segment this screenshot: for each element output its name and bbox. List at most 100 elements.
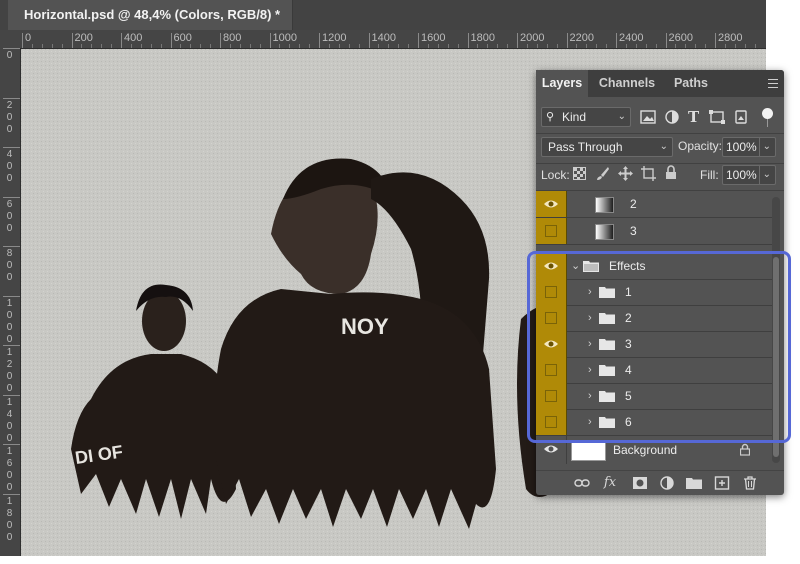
ruler-minor-tick bbox=[754, 44, 756, 48]
lock-transparent-icon[interactable] bbox=[573, 167, 586, 180]
ruler-label: 1200 bbox=[322, 32, 347, 44]
ruler-minor-tick bbox=[487, 44, 489, 48]
trash-icon[interactable] bbox=[742, 476, 758, 490]
ruler-tick bbox=[3, 394, 20, 396]
layer-row[interactable]: 2 bbox=[536, 191, 772, 218]
vertical-ruler[interactable]: 0 200 400 600 800 1000 1200 1400 1600 1800 bbox=[0, 48, 21, 556]
ruler-minor-tick bbox=[695, 44, 697, 48]
visibility-toggle[interactable] bbox=[536, 218, 567, 244]
ruler-label: 1400 bbox=[371, 32, 396, 44]
lock-artboard-icon[interactable] bbox=[641, 166, 656, 181]
ruler-minor-tick bbox=[200, 44, 202, 48]
layer-row[interactable]: 3 bbox=[536, 218, 772, 245]
adjustment-icon[interactable] bbox=[659, 476, 675, 490]
fx-icon[interactable]: fx bbox=[602, 476, 618, 490]
ruler-tick bbox=[3, 196, 20, 198]
ruler-minor-tick bbox=[328, 44, 330, 48]
ruler-label: 1000 bbox=[272, 32, 297, 44]
ruler-minor-tick bbox=[744, 44, 746, 48]
filter-pixel-icon[interactable] bbox=[640, 110, 656, 124]
filter-toggle-icon[interactable] bbox=[762, 108, 773, 119]
ruler-minor-tick bbox=[625, 44, 627, 48]
chevron-down-icon[interactable]: ⌄ bbox=[758, 138, 771, 156]
ruler-label: 400 bbox=[6, 149, 13, 184]
document-title: Horizontal.psd @ 48,4% (Colors, RGB/8) * bbox=[24, 7, 281, 22]
filter-kind-select[interactable]: ⚲ Kind ⌄ bbox=[541, 107, 631, 127]
ruler-label: 600 bbox=[173, 32, 192, 44]
ruler-label: 2400 bbox=[619, 32, 644, 44]
ruler-minor-tick bbox=[160, 44, 162, 48]
ruler-minor-tick bbox=[378, 44, 380, 48]
blend-mode-value: Pass Through bbox=[548, 140, 623, 154]
lock-icon bbox=[740, 443, 750, 456]
lock-paint-brush-icon[interactable] bbox=[596, 166, 610, 181]
opacity-value: 100% bbox=[726, 140, 757, 154]
ruler-minor-tick bbox=[259, 44, 261, 48]
tab-channels[interactable]: Channels bbox=[590, 70, 664, 97]
ruler-minor-tick bbox=[497, 44, 499, 48]
ruler-minor-tick bbox=[309, 44, 311, 48]
new-group-icon[interactable] bbox=[686, 476, 702, 490]
ruler-minor-tick bbox=[675, 44, 677, 48]
ruler-minor-tick bbox=[645, 44, 647, 48]
filter-type-icon[interactable]: T bbox=[688, 108, 699, 126]
ruler-tick bbox=[368, 33, 370, 48]
ruler-label: 400 bbox=[124, 32, 143, 44]
ruler-minor-tick bbox=[655, 44, 657, 48]
new-layer-icon[interactable] bbox=[714, 476, 730, 490]
ruler-tick bbox=[665, 33, 667, 48]
filter-smart-object-icon[interactable] bbox=[733, 109, 749, 125]
ruler-minor-tick bbox=[576, 44, 578, 48]
visibility-toggle[interactable] bbox=[536, 191, 567, 217]
ruler-minor-tick bbox=[130, 44, 132, 48]
ruler-label: 200 bbox=[6, 99, 13, 135]
opacity-label: Opacity: bbox=[678, 139, 723, 153]
lock-move-icon[interactable] bbox=[618, 166, 633, 181]
ruler-minor-tick bbox=[180, 44, 182, 48]
effects-group-highlight bbox=[527, 251, 791, 443]
ruler-tick bbox=[220, 33, 221, 48]
ruler-tick bbox=[22, 33, 23, 48]
ruler-minor-tick bbox=[536, 44, 538, 48]
chevron-down-icon: ⌄ bbox=[617, 111, 626, 122]
opacity-input[interactable]: 100% ⌄ bbox=[722, 137, 776, 157]
ruler-minor-tick bbox=[734, 44, 736, 48]
ruler-minor-tick bbox=[586, 44, 588, 48]
fill-label: Fill: bbox=[700, 168, 719, 182]
ruler-tick bbox=[3, 493, 20, 495]
tab-paths[interactable]: Paths bbox=[666, 70, 716, 97]
ruler-minor-tick bbox=[556, 44, 558, 48]
fill-input[interactable]: 100% ⌄ bbox=[722, 165, 776, 185]
filter-shape-icon[interactable] bbox=[709, 110, 725, 124]
ruler-minor-tick bbox=[477, 44, 479, 48]
ruler-minor-tick bbox=[685, 44, 687, 48]
horizontal-ruler[interactable]: 0 200 400 600 800 1000 1200 1400 1600 1800 2000 220… bbox=[20, 30, 766, 49]
ruler-tick bbox=[418, 33, 419, 48]
ruler-label: 1800 bbox=[470, 32, 495, 44]
tab-layers[interactable]: Layers bbox=[536, 70, 588, 97]
mask-icon[interactable] bbox=[632, 476, 648, 490]
ruler-label: 1400 bbox=[6, 396, 13, 444]
ruler-minor-tick bbox=[239, 44, 241, 48]
filter-adjustment-icon[interactable] bbox=[665, 110, 679, 124]
ruler-tick bbox=[3, 295, 20, 297]
ruler-minor-tick bbox=[705, 44, 707, 48]
document-tab[interactable]: Horizontal.psd @ 48,4% (Colors, RGB/8) * bbox=[8, 0, 294, 30]
ruler-minor-tick bbox=[150, 44, 152, 48]
blend-mode-select[interactable]: Pass Through ⌄ bbox=[541, 137, 673, 157]
chevron-down-icon[interactable]: ⌄ bbox=[758, 166, 771, 184]
ruler-minor-tick bbox=[190, 44, 192, 48]
ruler-minor-tick bbox=[724, 44, 726, 48]
chevron-down-icon: ⌄ bbox=[659, 141, 668, 152]
lock-all-icon[interactable] bbox=[665, 165, 677, 180]
link-icon[interactable] bbox=[574, 476, 590, 490]
hidden-box-icon bbox=[545, 225, 557, 237]
ruler-minor-tick bbox=[249, 44, 251, 48]
ruler-minor-tick bbox=[91, 44, 93, 48]
search-icon: ⚲ bbox=[546, 111, 555, 123]
layer-name: 3 bbox=[630, 224, 637, 238]
panel-menu-icon[interactable] bbox=[768, 79, 778, 88]
ruler-minor-tick bbox=[507, 44, 509, 48]
ruler-minor-tick bbox=[457, 44, 459, 48]
ruler-minor-tick bbox=[111, 44, 113, 48]
